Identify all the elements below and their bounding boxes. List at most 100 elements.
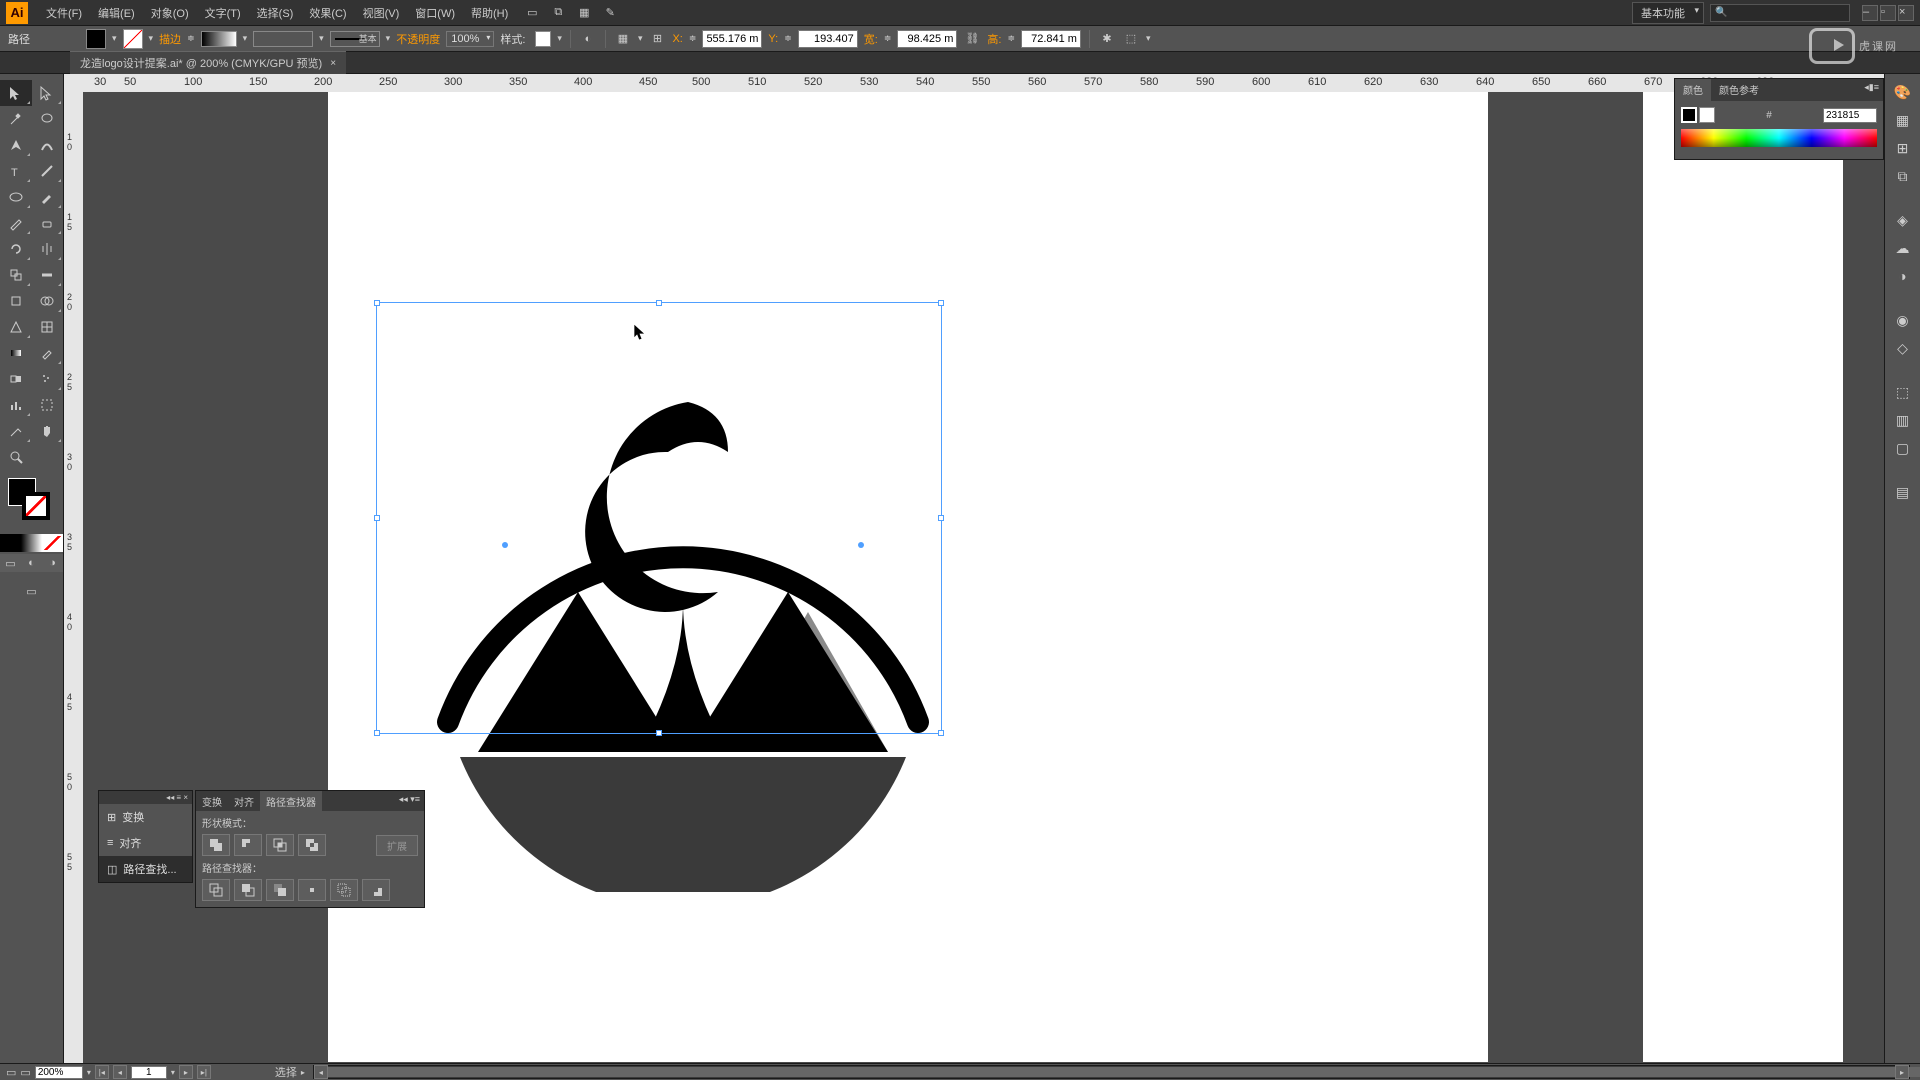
next-artboard-button[interactable]: ▸ bbox=[179, 1065, 193, 1079]
appearance-panel-icon[interactable]: ◉ bbox=[1891, 308, 1915, 332]
slice-tool[interactable] bbox=[0, 418, 32, 444]
minimize-button[interactable]: – bbox=[1862, 5, 1878, 21]
pf-panel-menu-icon[interactable]: ◂◂ ▾≡ bbox=[395, 791, 424, 811]
close-button[interactable]: × bbox=[1898, 5, 1914, 21]
stroke-swatch[interactable] bbox=[123, 29, 143, 49]
selection-bounds[interactable] bbox=[376, 302, 942, 734]
artboard-tool[interactable] bbox=[32, 392, 64, 418]
divide-button[interactable] bbox=[202, 879, 230, 901]
blend-tool[interactable] bbox=[0, 366, 32, 392]
hand-tool[interactable] bbox=[32, 418, 64, 444]
restore-button[interactable]: ▫ bbox=[1880, 5, 1896, 21]
stroke-square[interactable] bbox=[22, 492, 50, 520]
h-input[interactable] bbox=[1021, 30, 1081, 48]
unite-button[interactable] bbox=[202, 834, 230, 856]
intersect-button[interactable] bbox=[266, 834, 294, 856]
transform-anchor-icon[interactable]: ⊞ bbox=[648, 30, 666, 48]
paintbrush-tool[interactable] bbox=[32, 184, 64, 210]
menu-window[interactable]: 窗口(W) bbox=[407, 5, 463, 21]
minus-front-button[interactable] bbox=[234, 834, 262, 856]
opacity-value[interactable]: 100% bbox=[446, 31, 494, 47]
eraser-tool[interactable] bbox=[32, 210, 64, 236]
direct-select-tool[interactable] bbox=[32, 80, 64, 106]
asset-panel-icon[interactable]: ▥ bbox=[1891, 408, 1915, 432]
libraries-panel-icon[interactable]: ▤ bbox=[1891, 480, 1915, 504]
menu-effect[interactable]: 效果(C) bbox=[301, 5, 354, 21]
scale-tool[interactable] bbox=[0, 262, 32, 288]
trim-button[interactable] bbox=[234, 879, 262, 901]
pencil-tool[interactable] bbox=[0, 210, 32, 236]
close-tab-icon[interactable]: × bbox=[330, 58, 336, 69]
brush-style[interactable]: 基本 bbox=[330, 31, 380, 47]
isolation-icon[interactable]: ⬚ bbox=[1122, 30, 1140, 48]
color-spectrum[interactable] bbox=[1681, 129, 1877, 147]
fill-swatch[interactable] bbox=[86, 29, 106, 49]
shape-tool-icon[interactable]: ✱ bbox=[1098, 30, 1116, 48]
fill-stroke-indicator[interactable] bbox=[0, 474, 63, 534]
prev-artboard-button[interactable]: ◂ bbox=[113, 1065, 127, 1079]
align-icon[interactable]: ▦ bbox=[614, 30, 632, 48]
width-tool[interactable] bbox=[32, 262, 64, 288]
shape-builder-tool[interactable] bbox=[32, 288, 64, 314]
status-icon1[interactable]: ▭ bbox=[6, 1066, 16, 1079]
perspective-tool[interactable] bbox=[0, 314, 32, 340]
graphic-styles-panel-icon[interactable]: ◇ bbox=[1891, 336, 1915, 360]
brush-profile[interactable] bbox=[253, 31, 313, 47]
pen-tool[interactable] bbox=[0, 132, 32, 158]
stroke-weight-field[interactable] bbox=[201, 31, 237, 47]
outline-button[interactable] bbox=[330, 879, 358, 901]
feather-icon[interactable]: ✎ bbox=[602, 5, 618, 21]
transform-item[interactable]: ⊞ 变换 bbox=[99, 804, 192, 830]
curvature-tool[interactable] bbox=[32, 132, 64, 158]
ellipse-tool[interactable] bbox=[0, 184, 32, 210]
panel-menu-icon[interactable]: ◂▮≡ bbox=[1860, 79, 1883, 101]
opacity-label[interactable]: 不透明度 bbox=[396, 31, 440, 47]
mesh-tool[interactable] bbox=[32, 314, 64, 340]
gpu-icon[interactable]: ▭ bbox=[524, 5, 540, 21]
graphic-style[interactable] bbox=[535, 31, 551, 47]
crop-button[interactable] bbox=[298, 879, 326, 901]
swatches-panel-icon[interactable]: ▦ bbox=[1891, 108, 1915, 132]
line-tool[interactable] bbox=[32, 158, 64, 184]
type-tool[interactable]: T bbox=[0, 158, 32, 184]
stroke-panel-icon[interactable]: ◈ bbox=[1891, 208, 1915, 232]
symbols-panel-icon[interactable]: ⧉ bbox=[1891, 164, 1915, 188]
x-input[interactable] bbox=[702, 30, 762, 48]
zoom-input[interactable] bbox=[35, 1066, 83, 1079]
screen-mode3-icon[interactable]: ◑ bbox=[42, 554, 63, 572]
tab-color-guide[interactable]: 颜色参考 bbox=[1711, 79, 1767, 101]
mode-gradient[interactable] bbox=[21, 534, 42, 552]
change-screen-icon[interactable]: ▭ bbox=[26, 585, 36, 598]
rotate-tool[interactable] bbox=[0, 236, 32, 262]
panel-collapse-icon[interactable]: ◂◂ ≡ × bbox=[166, 793, 188, 802]
tab-align[interactable]: 对齐 bbox=[228, 791, 260, 811]
menu-edit[interactable]: 编辑(E) bbox=[90, 5, 143, 21]
stroke-label[interactable]: 描边 bbox=[159, 31, 181, 47]
hex-input[interactable] bbox=[1823, 108, 1877, 123]
merge-button[interactable] bbox=[266, 879, 294, 901]
document-tab[interactable]: 龙造logo设计提案.ai* @ 200% (CMYK/GPU 预览) × bbox=[70, 51, 346, 74]
screen-mode-icon[interactable]: ▭ bbox=[0, 554, 21, 572]
free-transform-tool[interactable] bbox=[0, 288, 32, 314]
arrange-icon[interactable]: ⧉ bbox=[550, 5, 566, 21]
magic-wand-tool[interactable] bbox=[0, 106, 32, 132]
menu-type[interactable]: 文字(T) bbox=[197, 5, 249, 21]
stroke-indicator[interactable] bbox=[1699, 107, 1715, 123]
search-input[interactable]: 🔍 bbox=[1710, 4, 1850, 22]
recolor-icon[interactable]: ◐ bbox=[579, 30, 597, 48]
y-input[interactable] bbox=[798, 30, 858, 48]
transparency-panel-icon[interactable]: ◑ bbox=[1891, 264, 1915, 288]
reflect-tool[interactable] bbox=[32, 236, 64, 262]
tab-transform[interactable]: 变换 bbox=[196, 791, 228, 811]
gradient-tool[interactable] bbox=[0, 340, 32, 366]
selection-tool[interactable] bbox=[0, 80, 32, 106]
first-artboard-button[interactable]: |◂ bbox=[95, 1065, 109, 1079]
menu-object[interactable]: 对象(O) bbox=[143, 5, 197, 21]
color-panel-icon[interactable]: 🎨 bbox=[1891, 80, 1915, 104]
eyedropper-tool[interactable] bbox=[32, 340, 64, 366]
expand-button[interactable]: 扩展 bbox=[376, 835, 418, 856]
doc-setup-icon[interactable]: ▦ bbox=[576, 5, 592, 21]
gradient-panel-icon[interactable]: ☁ bbox=[1891, 236, 1915, 260]
symbol-sprayer-tool[interactable] bbox=[32, 366, 64, 392]
tab-color[interactable]: 颜色 bbox=[1675, 79, 1711, 101]
